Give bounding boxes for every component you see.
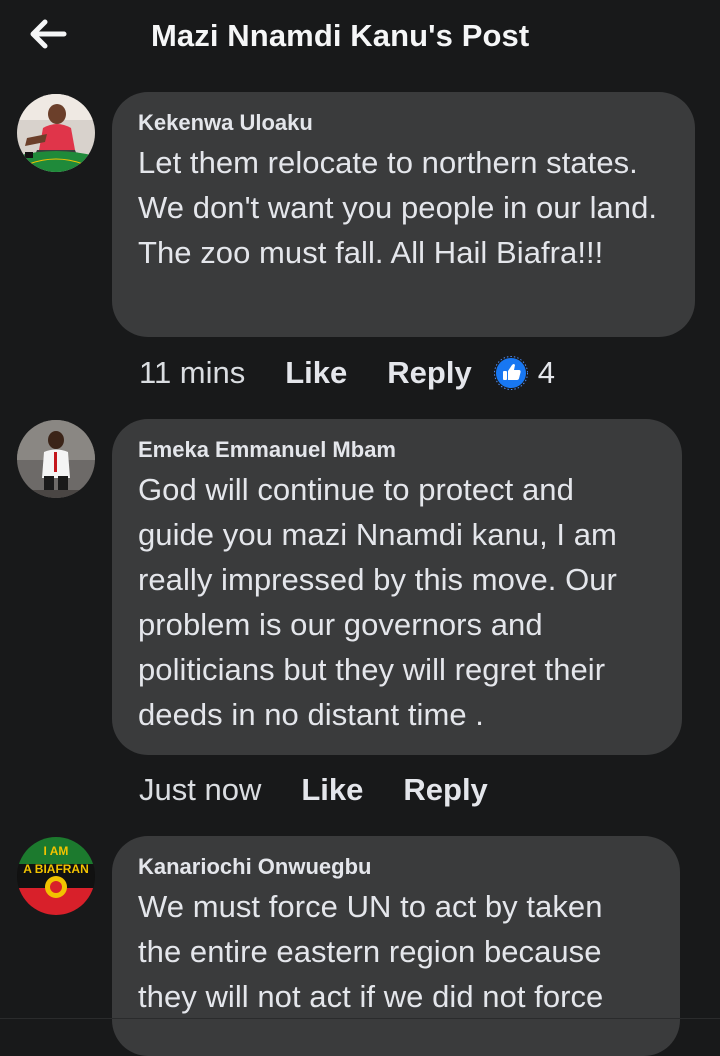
comment-author[interactable]: Kekenwa Uloaku bbox=[138, 109, 669, 137]
like-button[interactable]: Like bbox=[285, 355, 347, 391]
avatar-photo: I AM A BIAFRAN bbox=[17, 837, 95, 915]
comment-author[interactable]: Emeka Emmanuel Mbam bbox=[138, 436, 656, 464]
avatar-text-line2: A BIAFRAN bbox=[23, 862, 89, 876]
comment-text: God will continue to protect and guide y… bbox=[138, 472, 617, 732]
avatar-photo bbox=[17, 94, 95, 172]
comment-timestamp: 11 mins bbox=[139, 355, 246, 390]
comment-actions: Just now Like Reply bbox=[139, 770, 488, 810]
comment-bubble: Kanariochi Onwuegbu We must force UN to … bbox=[112, 836, 680, 1056]
avatar-photo bbox=[17, 420, 95, 498]
like-button[interactable]: Like bbox=[301, 772, 363, 808]
reply-button[interactable]: Reply bbox=[403, 772, 487, 808]
avatar[interactable]: I AM A BIAFRAN bbox=[17, 837, 95, 915]
page-title: Mazi Nnamdi Kanu's Post bbox=[151, 18, 530, 53]
comment-actions: 11 mins Like Reply 4 bbox=[139, 353, 555, 393]
back-button[interactable] bbox=[26, 14, 70, 54]
reply-button[interactable]: Reply bbox=[387, 355, 471, 391]
reaction-summary[interactable]: 4 bbox=[493, 355, 555, 391]
avatar[interactable] bbox=[17, 420, 95, 498]
reaction-count: 4 bbox=[537, 355, 555, 390]
divider bbox=[0, 1018, 720, 1019]
avatar-text-line1: I AM bbox=[44, 844, 69, 858]
thumbs-up-icon bbox=[493, 356, 528, 390]
comment-bubble: Kekenwa Uloaku Let them relocate to nort… bbox=[112, 92, 695, 337]
top-bar: Mazi Nnamdi Kanu's Post bbox=[0, 0, 720, 78]
arrow-left-icon bbox=[30, 19, 67, 49]
comment-bubble: Emeka Emmanuel Mbam God will continue to… bbox=[112, 419, 682, 755]
comment-timestamp: Just now bbox=[139, 772, 262, 807]
comment-author[interactable]: Kanariochi Onwuegbu bbox=[138, 853, 654, 881]
comment-text: We must force UN to act by taken the ent… bbox=[138, 889, 604, 1014]
comment-text: Let them relocate to northern states. We… bbox=[138, 145, 658, 270]
avatar[interactable] bbox=[17, 94, 95, 172]
